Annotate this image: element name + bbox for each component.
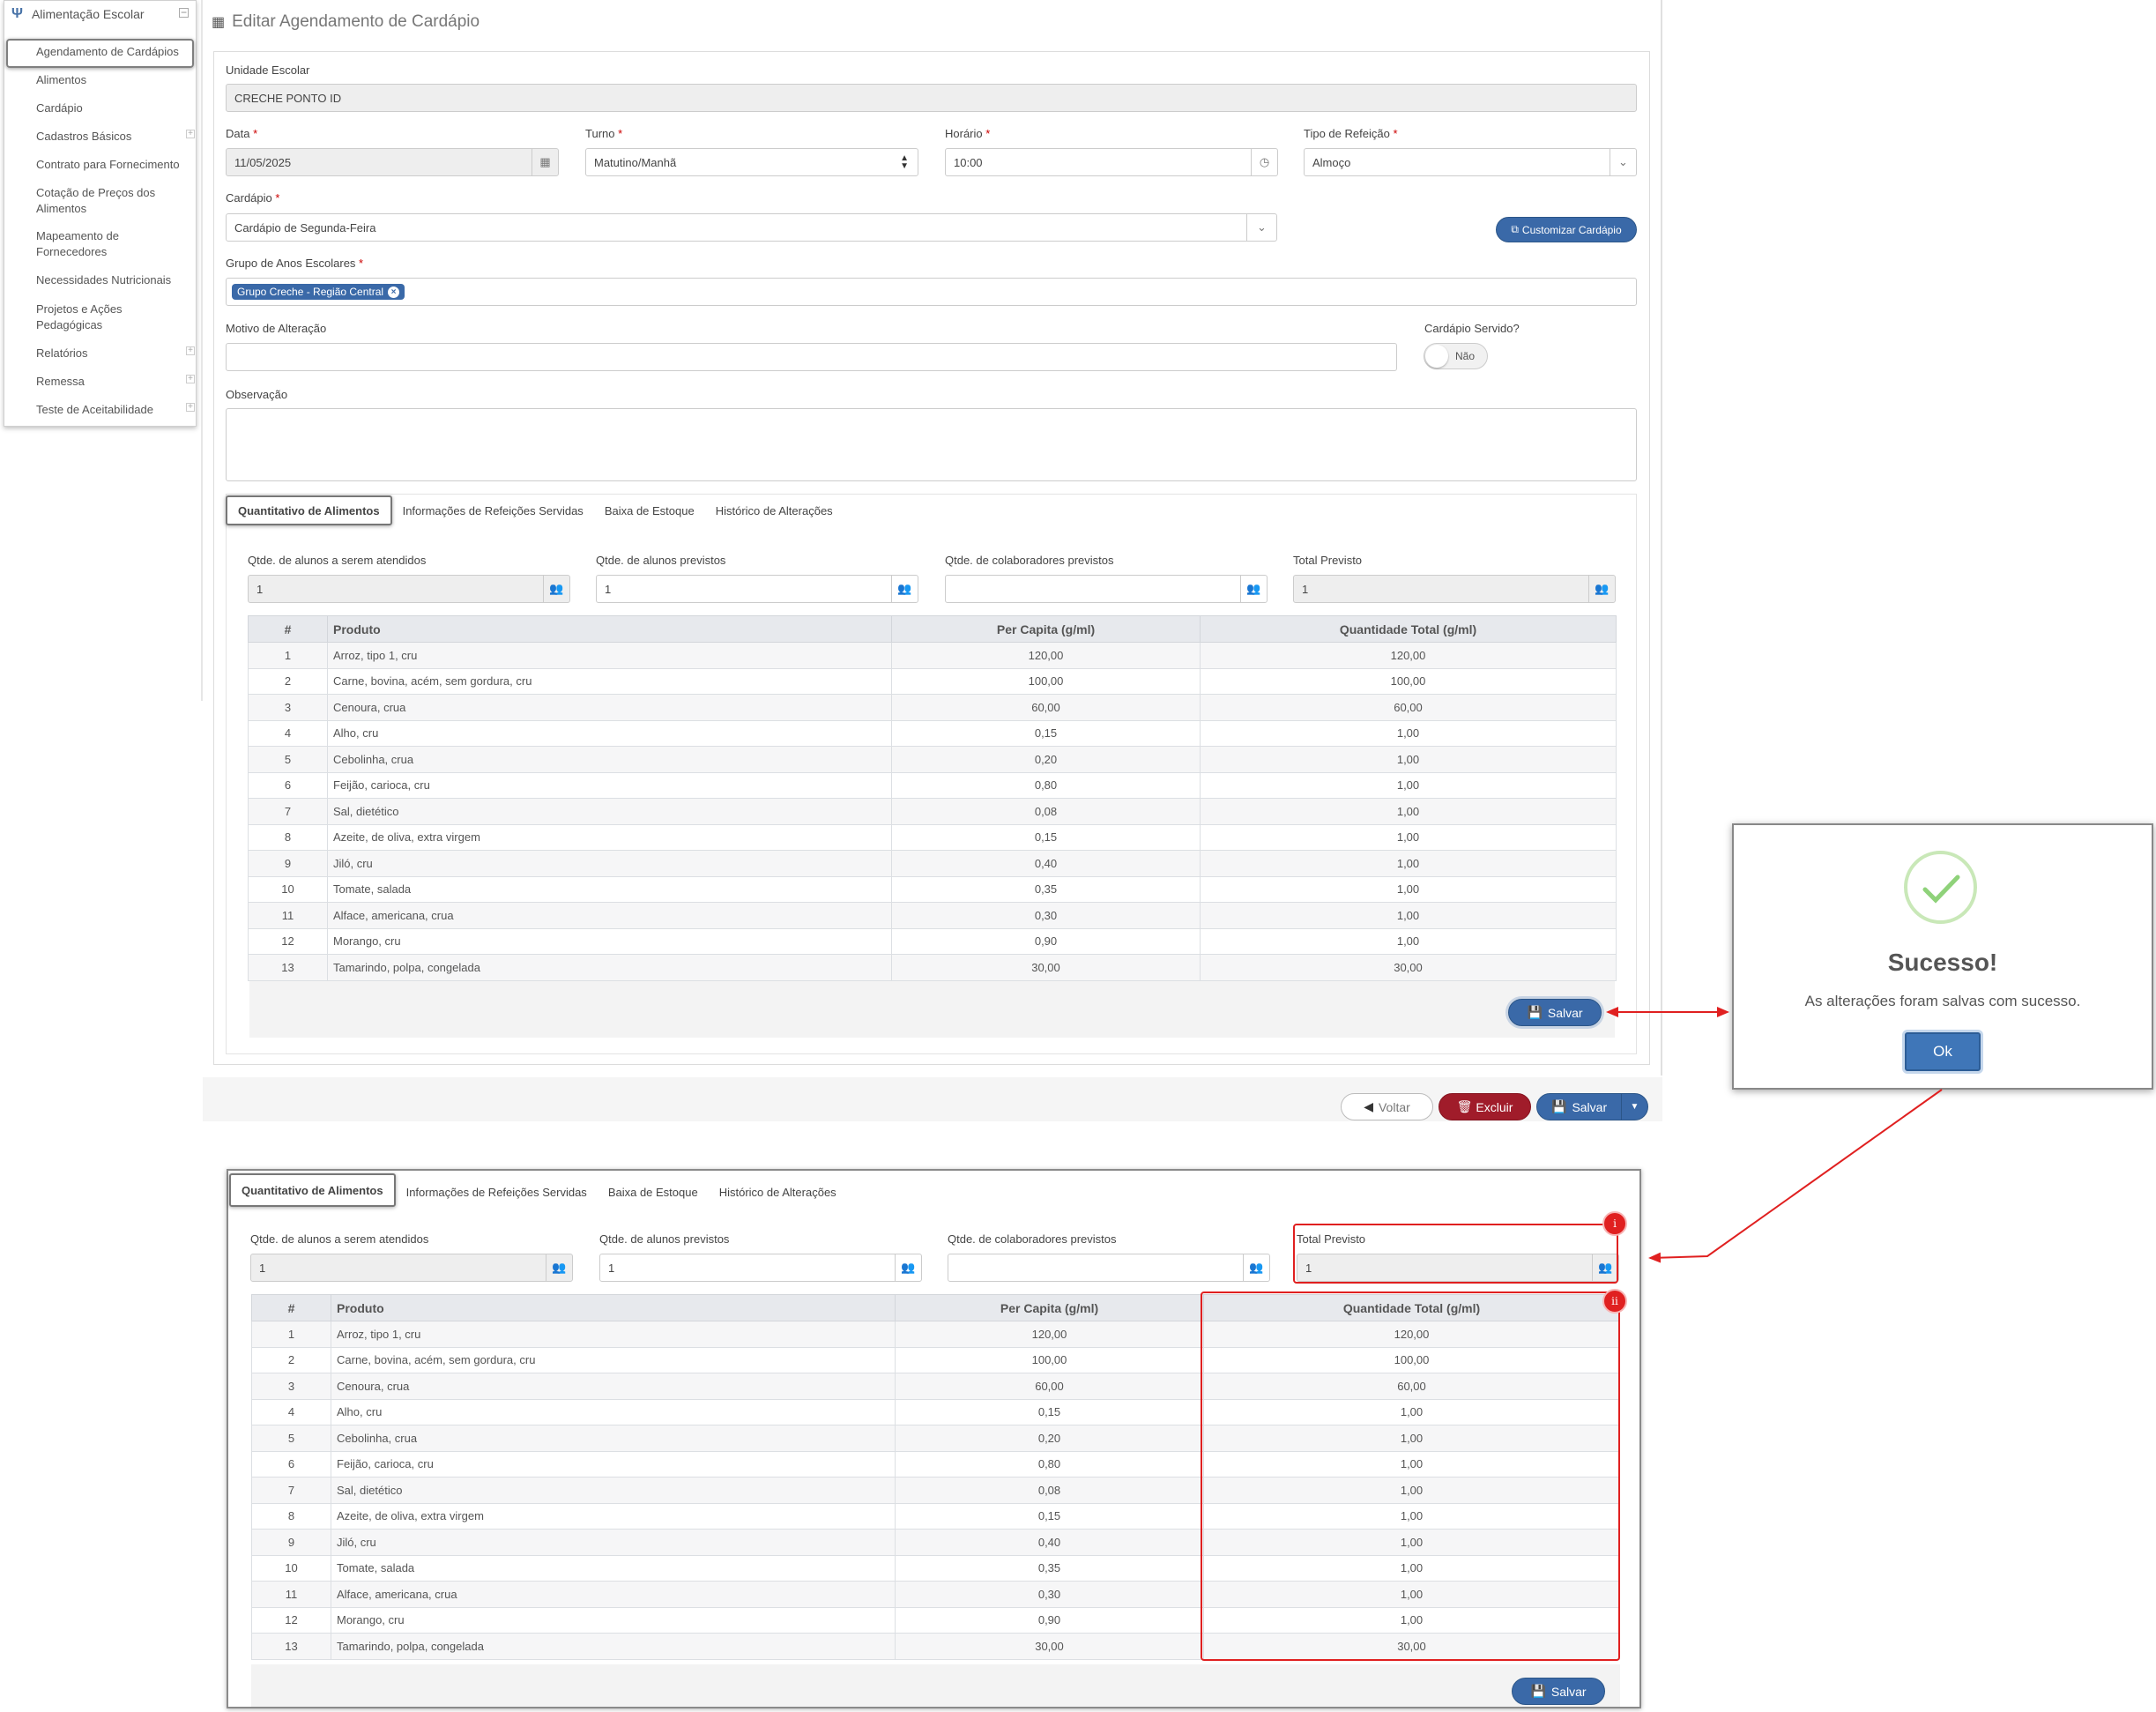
arrow-ok-to-total [1648, 1089, 1943, 1263]
annotation-arrows [1606, 1007, 1943, 1263]
